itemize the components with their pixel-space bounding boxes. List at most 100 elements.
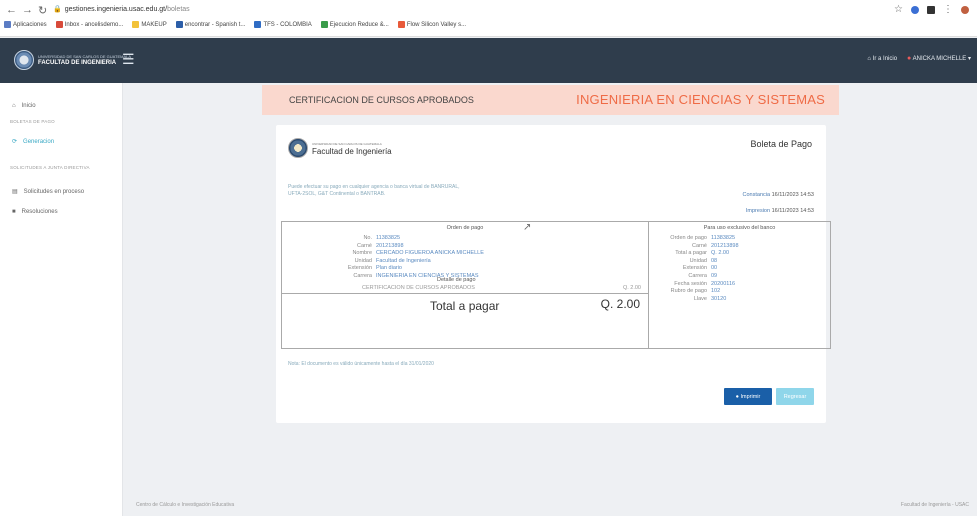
footer-right: Facultad de Ingeniería - USAC — [900, 502, 969, 508]
validity-note: Nota: El documento es válido únicamente … — [288, 361, 434, 367]
bank-key: Fecha sesión — [674, 280, 707, 287]
career-title: INGENIERIA EN CIENCIAS Y SISTEMAS — [576, 92, 825, 107]
bank-value: 08 — [711, 257, 718, 264]
extension-icon[interactable] — [911, 5, 919, 14]
bank-row: Llave 30120 — [657, 296, 739, 304]
bookmarks-bar: Aplicaciones Inbox - ancelisdemo... MAKE… — [4, 21, 466, 28]
profile-avatar[interactable] — [961, 5, 969, 14]
order-value: Facultad de Ingeniería — [376, 257, 431, 264]
logo-subtitle: UNIVERSIDAD DE SAN CARLOS DE GUATEMALA — [38, 54, 132, 59]
order-row: Unidad Facultad de Ingeniería — [342, 258, 484, 266]
faculty-logo[interactable]: UNIVERSIDAD DE SAN CARLOS DE GUATEMALA FA… — [14, 50, 131, 70]
dictionary-icon — [175, 21, 183, 28]
user-menu[interactable]: ● ANICKA MICHELLE ▾ — [907, 55, 971, 62]
order-value: CERCADO FIGUEROA ANICKA MICHELLE — [376, 250, 484, 257]
order-row: Carné 201213898 — [342, 243, 484, 251]
refresh-icon: ⟳ — [12, 139, 18, 145]
sheet-icon — [320, 21, 328, 28]
detail-value: Q. 2.00 — [622, 285, 641, 291]
detail-item: CERTIFICACION DE CURSOS APROBADOS — [362, 285, 475, 291]
main-content: CERTIFICACION DE CURSOS APROBADOS INGENI… — [262, 85, 839, 423]
impresion-value: 16/11/2023 14:53 — [771, 208, 814, 214]
user-name: ANICKA MICHELLE — [912, 56, 967, 62]
order-value: Plan diario — [376, 265, 402, 272]
logo-title: FACULTAD DE INGENIERIA — [38, 60, 117, 66]
bookmark-item[interactable]: TFS - COLOMBIA — [254, 21, 312, 28]
hamburger-menu-icon[interactable]: ☰ — [122, 51, 135, 68]
bookmark-item[interactable]: Aplicaciones — [4, 21, 47, 28]
folder-icon — [132, 21, 140, 28]
doc-icon: ■ — [12, 209, 16, 215]
bookmark-item[interactable]: MAKEUP — [132, 21, 167, 28]
constancia-label: Constancia — [742, 192, 771, 198]
bank-value: 00 — [711, 265, 718, 272]
bank-value: Q. 2.00 — [711, 250, 730, 257]
total-label: Total a pagar — [430, 299, 500, 313]
sidebar-item-label: Solicitudes en proceso — [23, 188, 85, 195]
bookmark-label: TFS - COLOMBIA — [263, 21, 312, 28]
bank-key: Unidad — [689, 257, 707, 264]
payment-note-line: Puede efectuar su pago en cualquier agen… — [288, 184, 460, 190]
sidebar-item-generacion[interactable]: ⟳ Generacion — [12, 138, 54, 146]
order-value: 11383825 — [376, 235, 401, 241]
payment-note-line: UFTA-2SOL, G&T Continental o BANTRAB. — [288, 191, 386, 197]
constancia-row: Constancia 16/11/2023 14:53 — [743, 187, 814, 203]
order-key: Nombre — [352, 250, 372, 257]
user-icon: ● — [907, 55, 912, 62]
bookmark-item[interactable]: encontrar - Spanish t... — [175, 21, 245, 28]
bank-key: Extensión — [682, 265, 707, 272]
order-key: No. — [363, 235, 372, 241]
print-button[interactable]: ● Imprimir — [724, 388, 772, 405]
sidebar-item-inicio[interactable]: ⌂ Inicio — [12, 103, 36, 109]
mouse-cursor-icon: ↗ — [523, 222, 532, 233]
payment-slip-card: UNIVERSIDAD DE SAN CARLOS DE GUATEMALA Fa… — [276, 125, 831, 423]
bookmark-item[interactable]: Flow Silicon Valley s... — [397, 21, 466, 28]
bank-row: Extensión 00 — [657, 265, 739, 273]
list-icon: ▤ — [12, 189, 18, 195]
reload-icon[interactable]: ↻ — [38, 4, 47, 17]
home-icon: ⌂ — [867, 55, 872, 62]
bank-value: 30120 — [711, 295, 727, 302]
back-button[interactable]: Regresar — [776, 388, 814, 405]
page-title: CERTIFICACION DE CURSOS APROBADOS — [289, 95, 474, 105]
bank-fields: Orden de pago 11383825 Carné 201213898 Tot… — [657, 235, 739, 304]
menu-icon[interactable]: ⋮ — [943, 4, 953, 15]
bookmark-item[interactable]: Inbox - ancelisdemo... — [55, 21, 123, 28]
home-link[interactable]: ⌂ Ir a Inicio — [867, 56, 897, 62]
extension-icon-2[interactable] — [927, 5, 935, 14]
divider — [282, 293, 649, 294]
total-value: Q. 2.00 — [600, 297, 640, 311]
bookmark-item[interactable]: Ejecucion Reduce &... — [320, 21, 389, 28]
back-icon[interactable]: ← — [6, 4, 17, 16]
bank-row: Carrera 09 — [657, 273, 739, 281]
sidebar-item-solicitudes[interactable]: ▤ Solicitudes en proceso — [12, 188, 85, 196]
footer-left: Centro de Cálculo e Investigación Educat… — [136, 502, 235, 508]
order-value: 201213898 — [376, 242, 404, 249]
impresion-row: Impresion 16/11/2023 14:53 — [743, 203, 814, 219]
star-icon[interactable]: ☆ — [894, 4, 903, 15]
browser-chrome: ← → ↻ 🔒 gestiones.ingenieria.usac.edu.gt… — [0, 0, 977, 37]
sidebar-item-label: Inicio — [21, 103, 36, 109]
gmail-icon — [55, 21, 63, 28]
order-row: Extensión Plan diario — [342, 265, 484, 273]
bank-value: 09 — [711, 272, 718, 279]
address-bar[interactable]: 🔒 gestiones.ingenieria.usac.edu.gt/bolet… — [53, 5, 190, 14]
faculty-seal-icon — [288, 138, 308, 158]
order-row: No. 11383825 — [342, 235, 484, 243]
bank-row: Carné 201213898 — [657, 243, 739, 251]
print-button-label: Imprimir — [740, 393, 761, 400]
sidebar-header-boletas: BOLETAS DE PAGO — [10, 119, 55, 124]
sidebar-item-resoluciones[interactable]: ■ Resoluciones — [12, 209, 58, 215]
sidebar-item-label: Resoluciones — [21, 209, 58, 215]
order-key: Unidad — [354, 257, 372, 264]
order-row: Nombre CERCADO FIGUEROA ANICKA MICHELLE — [342, 250, 484, 258]
bank-value: 201213898 — [711, 242, 739, 249]
usac-seal-icon — [14, 50, 34, 70]
slip-logo: UNIVERSIDAD DE SAN CARLOS DE GUATEMALA Fa… — [288, 138, 392, 158]
forward-icon[interactable]: → — [22, 4, 33, 16]
bank-value: 11383825 — [711, 235, 736, 241]
top-navbar: UNIVERSIDAD DE SAN CARLOS DE GUATEMALA FA… — [0, 38, 977, 83]
order-title: Orden de pago — [446, 225, 484, 231]
detail-title: Detalle de pago — [437, 277, 476, 283]
home-link-label: Ir a Inicio — [872, 55, 898, 62]
